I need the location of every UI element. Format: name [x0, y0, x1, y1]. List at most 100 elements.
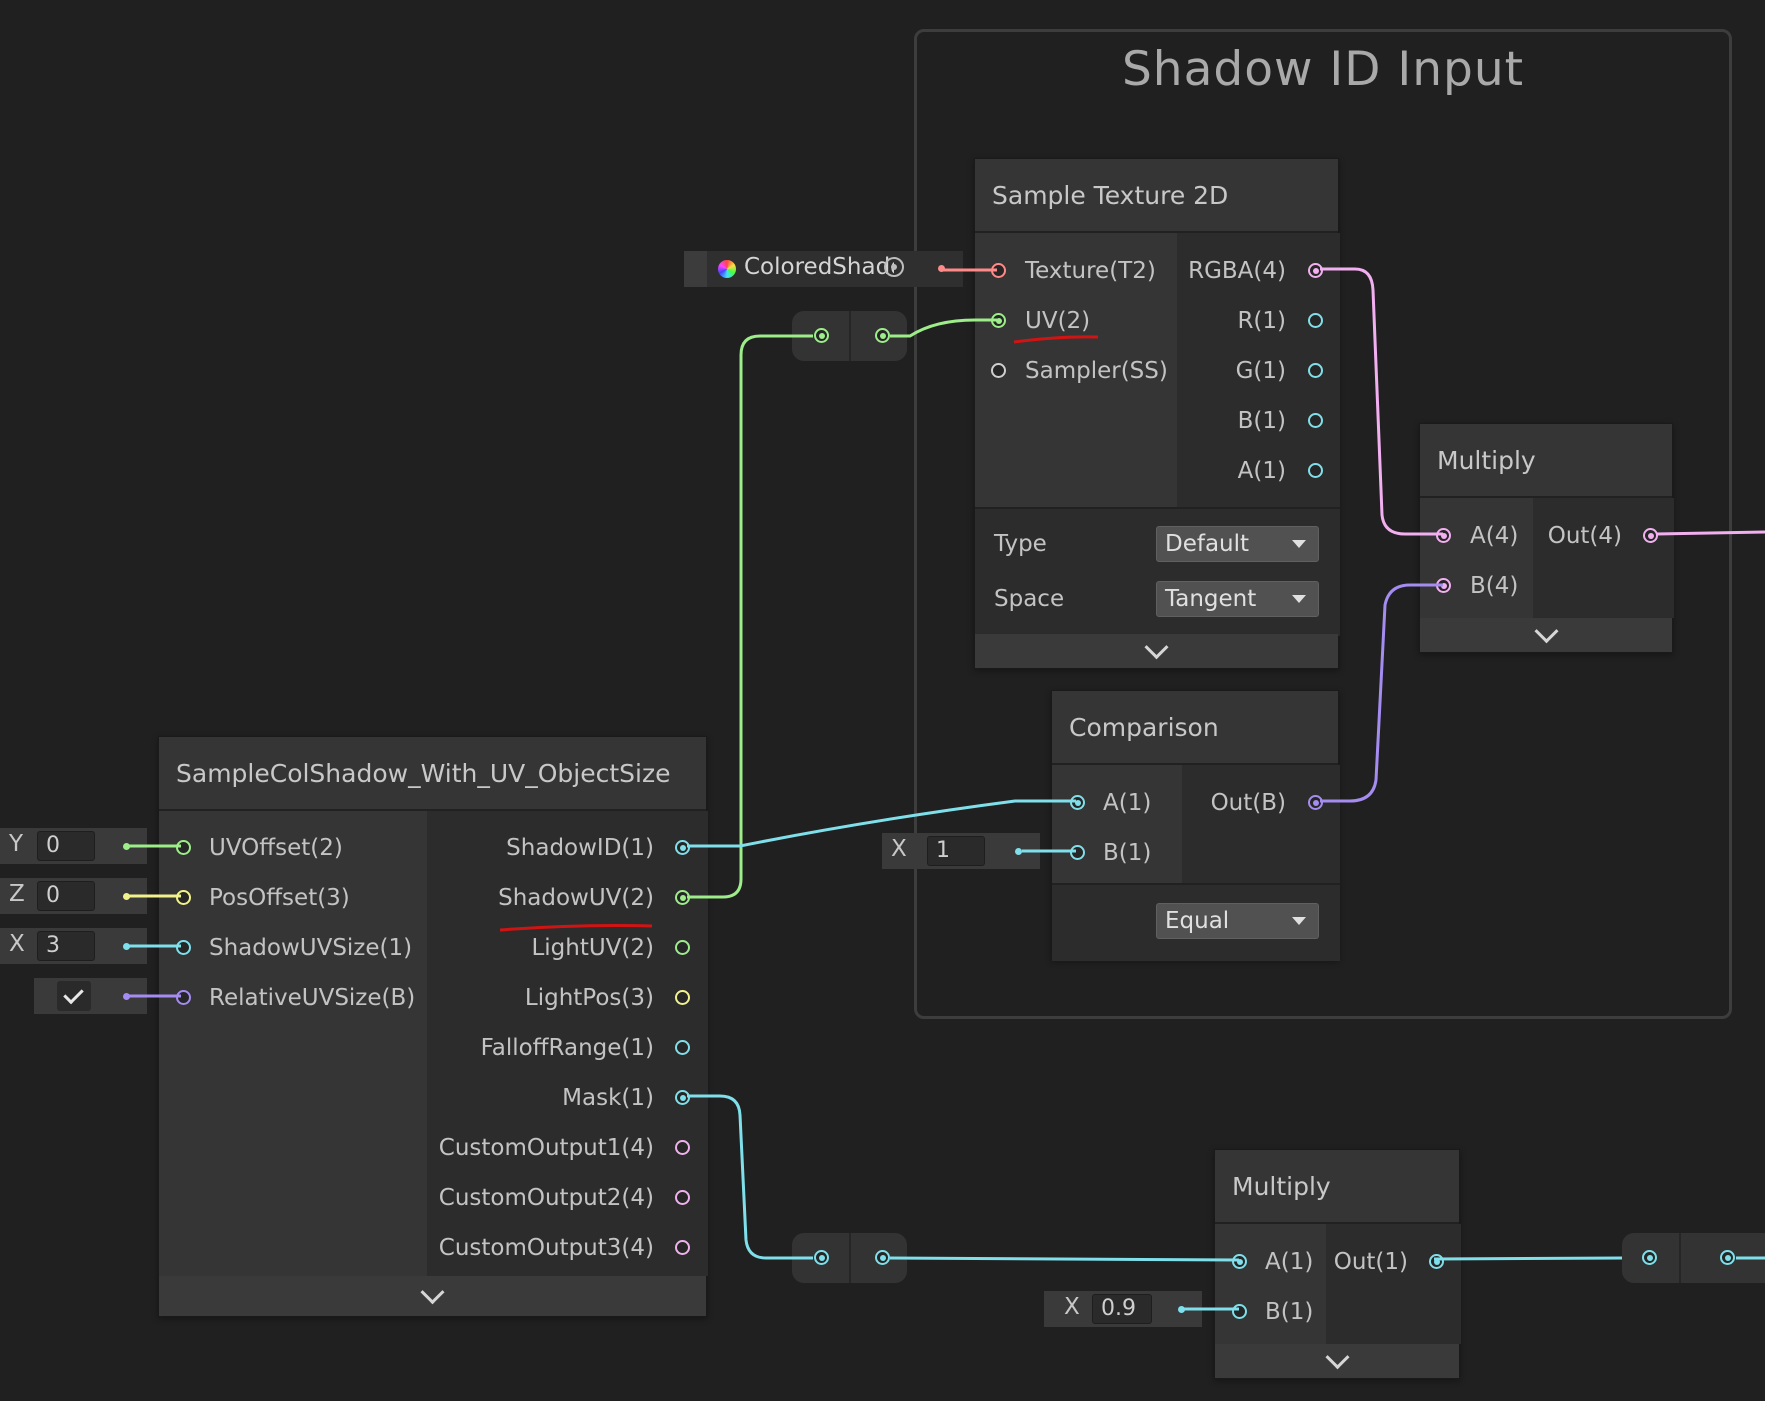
type-dropdown[interactable]: Default [1156, 526, 1319, 562]
sampler-input-port[interactable] [991, 363, 1006, 378]
port-label-a: A(1) [1103, 790, 1152, 816]
node-title: Multiply [1437, 446, 1536, 475]
g-output-port[interactable] [1308, 363, 1323, 378]
node-title: Sample Texture 2D [992, 181, 1229, 210]
port-label-shadowid: ShadowID(1) [506, 835, 654, 861]
comparison-b-input-port[interactable] [1070, 845, 1085, 860]
collapse-button[interactable] [1420, 618, 1672, 652]
value-input[interactable]: 3 [37, 931, 95, 961]
reroute-uv-in-port[interactable] [814, 328, 829, 343]
field-output-dot [123, 943, 130, 950]
reroute-output-out-port[interactable] [1720, 1250, 1735, 1265]
field-output-dot [1015, 848, 1022, 855]
reroute-divider [849, 311, 851, 361]
multiply-node-top[interactable]: Multiply A(4) B(4) Out(4) [1419, 423, 1674, 653]
collapse-button[interactable] [159, 1276, 706, 1316]
collapse-button[interactable] [1215, 1344, 1459, 1378]
node-title: Comparison [1069, 713, 1219, 742]
lightpos-output-port[interactable] [675, 990, 690, 1005]
value-input[interactable]: 0 [37, 831, 95, 861]
relativeuvsize-input-port[interactable] [176, 990, 191, 1005]
reroute-output[interactable] [1622, 1233, 1765, 1283]
port-label-a: A(1) [1265, 1249, 1314, 1275]
multiply-b-field[interactable]: X 0.9 [1044, 1291, 1202, 1327]
property-drag-handle[interactable] [684, 251, 707, 287]
object-picker-icon[interactable] [884, 257, 904, 277]
node-header[interactable]: Multiply [1215, 1150, 1459, 1224]
field-output-dot [1178, 1306, 1185, 1313]
uvoffset-input-port[interactable] [176, 840, 191, 855]
reroute-mask[interactable] [792, 1233, 907, 1283]
posoffset-field[interactable]: Z 0 [0, 878, 147, 914]
chevron-down-icon [1144, 634, 1169, 659]
value-input[interactable]: 0.9 [1092, 1294, 1152, 1324]
customoutput1-output-port[interactable] [675, 1140, 690, 1155]
reroute-mask-out-port[interactable] [875, 1250, 890, 1265]
comparison-a-input-port[interactable] [1070, 795, 1085, 810]
axis-label: X [891, 836, 907, 862]
multiply-node-bottom[interactable]: Multiply A(1) B(1) Out(1) [1214, 1149, 1461, 1379]
port-label-uv: UV(2) [1025, 308, 1091, 334]
texture-property-node[interactable]: ColoredShadowIDTex [684, 251, 963, 287]
shadowuvsize-input-port[interactable] [176, 940, 191, 955]
customoutput2-output-port[interactable] [675, 1190, 690, 1205]
shadowid-output-port[interactable] [675, 840, 690, 855]
property-output-dot[interactable] [938, 265, 945, 272]
node-header[interactable]: Multiply [1420, 424, 1672, 498]
group-title[interactable]: Shadow ID Input [917, 42, 1729, 97]
node-header[interactable]: Sample Texture 2D [975, 159, 1338, 233]
port-label-b: B(1) [1103, 840, 1152, 866]
reroute-uv[interactable] [792, 311, 907, 361]
customoutput3-output-port[interactable] [675, 1240, 690, 1255]
port-label-out: Out(4) [1547, 523, 1622, 549]
multiply-out-port[interactable] [1643, 528, 1658, 543]
comparison-b-field[interactable]: X 1 [882, 833, 1040, 869]
reroute-uv-out-port[interactable] [875, 328, 890, 343]
port-label-customoutput2: CustomOutput2(4) [438, 1185, 654, 1211]
type-dropdown-value: Default [1165, 531, 1250, 557]
port-label-out: Out(1) [1333, 1249, 1408, 1275]
posoffset-input-port[interactable] [176, 890, 191, 905]
rgba-output-port[interactable] [1308, 263, 1323, 278]
r-output-port[interactable] [1308, 313, 1323, 328]
port-label-posoffset: PosOffset(3) [209, 885, 350, 911]
multiply-bottom-b-input-port[interactable] [1232, 1304, 1247, 1319]
value-input[interactable]: 1 [927, 836, 985, 866]
collapse-button[interactable] [975, 634, 1338, 668]
a-output-port[interactable] [1308, 463, 1323, 478]
reroute-mask-in-port[interactable] [814, 1250, 829, 1265]
port-label-a: A(1) [1237, 458, 1286, 484]
comparison-node[interactable]: Comparison A(1) B(1) Out(B) Equal [1051, 690, 1340, 961]
space-dropdown[interactable]: Tangent [1156, 581, 1319, 617]
texture-input-port[interactable] [991, 263, 1006, 278]
port-label-relativeuvsize: RelativeUVSize(B) [209, 985, 416, 1011]
port-label-customoutput1: CustomOutput1(4) [438, 1135, 654, 1161]
axis-label: Y [9, 831, 24, 857]
shadowuvsize-field[interactable]: X 3 [0, 928, 147, 964]
node-header[interactable]: Comparison [1052, 691, 1338, 765]
lightuv-output-port[interactable] [675, 940, 690, 955]
falloffrange-output-port[interactable] [675, 1040, 690, 1055]
mask-output-port[interactable] [675, 1090, 690, 1105]
comparison-out-port[interactable] [1308, 795, 1323, 810]
port-label-rgba: RGBA(4) [1188, 258, 1286, 284]
comparison-mode-dropdown[interactable]: Equal [1156, 903, 1319, 939]
subgraph-node[interactable]: SampleColShadow_With_UV_ObjectSize UVOff… [158, 736, 708, 1317]
port-label-lightpos: LightPos(3) [524, 985, 654, 1011]
axis-label: X [1064, 1294, 1080, 1320]
sample-texture-2d-node[interactable]: Sample Texture 2D Texture(T2) UV(2) Samp… [974, 158, 1340, 669]
value-input[interactable]: 0 [37, 881, 95, 911]
node-title: SampleColShadow_With_UV_ObjectSize [176, 759, 671, 788]
multiply-a-input-port[interactable] [1436, 528, 1451, 543]
relativeuvsize-field[interactable] [34, 978, 147, 1014]
node-header[interactable]: SampleColShadow_With_UV_ObjectSize [159, 737, 706, 811]
b-output-port[interactable] [1308, 413, 1323, 428]
multiply-bottom-out-port[interactable] [1429, 1254, 1444, 1269]
multiply-b-input-port[interactable] [1436, 578, 1451, 593]
uv-input-port[interactable] [991, 313, 1006, 328]
multiply-bottom-a-input-port[interactable] [1232, 1254, 1247, 1269]
relativeuvsize-checkbox[interactable] [57, 981, 91, 1011]
uvoffset-field[interactable]: Y 0 [0, 828, 147, 864]
shadowuv-output-port[interactable] [675, 890, 690, 905]
reroute-output-in-port[interactable] [1642, 1250, 1657, 1265]
